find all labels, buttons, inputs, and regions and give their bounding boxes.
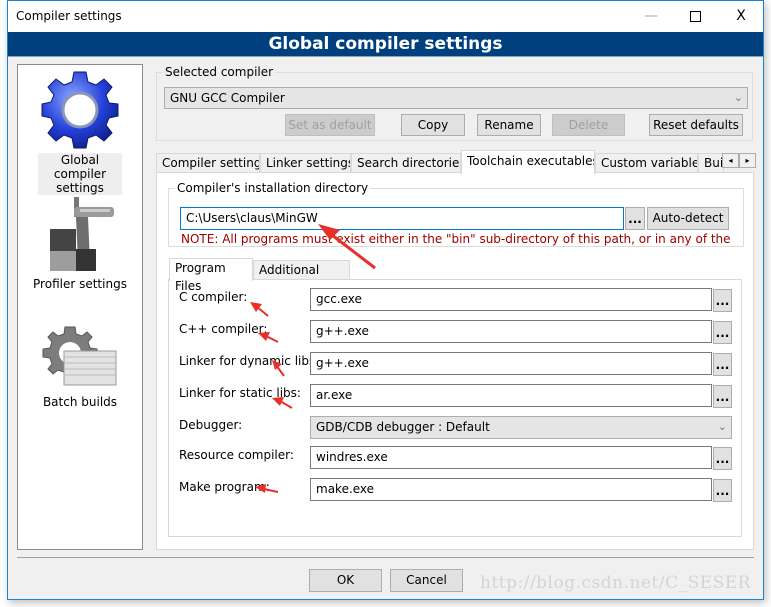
tab-toolchain-executables[interactable]: Toolchain executables [461, 150, 595, 174]
linker-dynamic-label: Linker for dynamic libs: [179, 354, 320, 368]
linker-static-browse-button[interactable]: ... [713, 385, 732, 408]
tab-build-options[interactable]: Build options [698, 153, 724, 173]
tab-search-directories[interactable]: Search directories [351, 153, 461, 173]
sidebar-item-global-compiler-settings[interactable]: Global compiler settings [18, 69, 142, 195]
tab-scroll-left-button[interactable]: ◂ [722, 153, 739, 168]
sidebar-item-batch-builds[interactable]: Batch builds [18, 323, 142, 409]
chevron-down-icon: ⌄ [733, 91, 743, 104]
page-header: Global compiler settings [8, 32, 763, 57]
close-button[interactable]: X [718, 1, 764, 32]
installation-note: NOTE: All programs must exist either in … [181, 232, 731, 246]
compiler-select-value: GNU GCC Compiler [170, 91, 285, 105]
debugger-select[interactable]: GDB/CDB debugger : Default ⌄ [310, 416, 732, 439]
maximize-icon [689, 10, 701, 22]
installation-directory-input[interactable]: C:\Users\claus\MinGW [180, 207, 624, 230]
tab-linker-settings[interactable]: Linker settings [260, 153, 351, 173]
tab-custom-variables[interactable]: Custom variables [595, 153, 698, 173]
cancel-button[interactable]: Cancel [390, 569, 463, 592]
browse-install-dir-button[interactable]: ... [625, 207, 645, 230]
debugger-label: Debugger: [179, 418, 243, 432]
sidebar: Global compiler settings Profiler settin… [17, 64, 143, 550]
tab-scroll-right-button[interactable]: ▸ [739, 153, 756, 168]
linker-dynamic-input[interactable]: g++.exe [310, 352, 712, 375]
ok-button[interactable]: OK [309, 569, 382, 592]
debugger-select-value: GDB/CDB debugger : Default [316, 420, 490, 434]
sidebar-item-label: Profiler settings [33, 277, 127, 291]
sidebar-item-profiler-settings[interactable]: Profiler settings [18, 193, 142, 291]
tab-compiler-settings[interactable]: Compiler settings [156, 153, 260, 173]
sidebar-item-label: Batch builds [42, 395, 118, 409]
c-compiler-browse-button[interactable]: ... [713, 289, 732, 312]
resource-compiler-label: Resource compiler: [179, 448, 294, 462]
compiler-select[interactable]: GNU GCC Compiler ⌄ [164, 87, 748, 109]
footer-separator [17, 557, 754, 558]
set-as-default-button[interactable]: Set as default [285, 114, 375, 136]
linker-static-label: Linker for static libs: [179, 386, 301, 400]
title-bar: Compiler settings — X [8, 1, 763, 32]
chevron-down-icon: ⌄ [717, 420, 727, 433]
gear-stack-icon [42, 326, 117, 386]
gear-blue-icon [41, 71, 119, 149]
auto-detect-button[interactable]: Auto-detect [647, 207, 729, 230]
linker-dynamic-browse-button[interactable]: ... [713, 353, 732, 376]
copy-button[interactable]: Copy [401, 114, 465, 136]
window-title: Compiler settings [16, 9, 122, 23]
cpp-compiler-label: C++ compiler: [179, 322, 268, 336]
make-program-browse-button[interactable]: ... [713, 479, 732, 502]
tab-additional-paths[interactable]: Additional Paths [253, 260, 350, 295]
maximize-button[interactable] [672, 1, 718, 32]
cpp-compiler-browse-button[interactable]: ... [713, 321, 732, 344]
compiler-settings-dialog: Compiler settings — X Global compiler se… [7, 0, 764, 600]
caliper-icon [50, 197, 114, 271]
watermark: http://blog.csdn.net/C_SESER [480, 573, 751, 593]
resource-compiler-browse-button[interactable]: ... [713, 447, 732, 470]
tab-program-files[interactable]: Program Files [169, 258, 253, 293]
delete-button[interactable]: Delete [552, 114, 625, 136]
linker-static-input[interactable]: ar.exe [310, 384, 712, 407]
selected-compiler-legend: Selected compiler [163, 65, 276, 79]
installation-directory-legend: Compiler's installation directory [175, 181, 371, 195]
rename-button[interactable]: Rename [477, 114, 541, 136]
cpp-compiler-input[interactable]: g++.exe [310, 320, 712, 343]
make-program-label: Make program: [179, 480, 270, 494]
c-compiler-input[interactable]: gcc.exe [310, 288, 712, 311]
minimize-button[interactable]: — [628, 1, 674, 32]
make-program-input[interactable]: make.exe [310, 478, 712, 501]
reset-defaults-button[interactable]: Reset defaults [649, 114, 743, 136]
sidebar-item-label: Global compiler settings [38, 153, 122, 195]
resource-compiler-input[interactable]: windres.exe [310, 446, 712, 469]
